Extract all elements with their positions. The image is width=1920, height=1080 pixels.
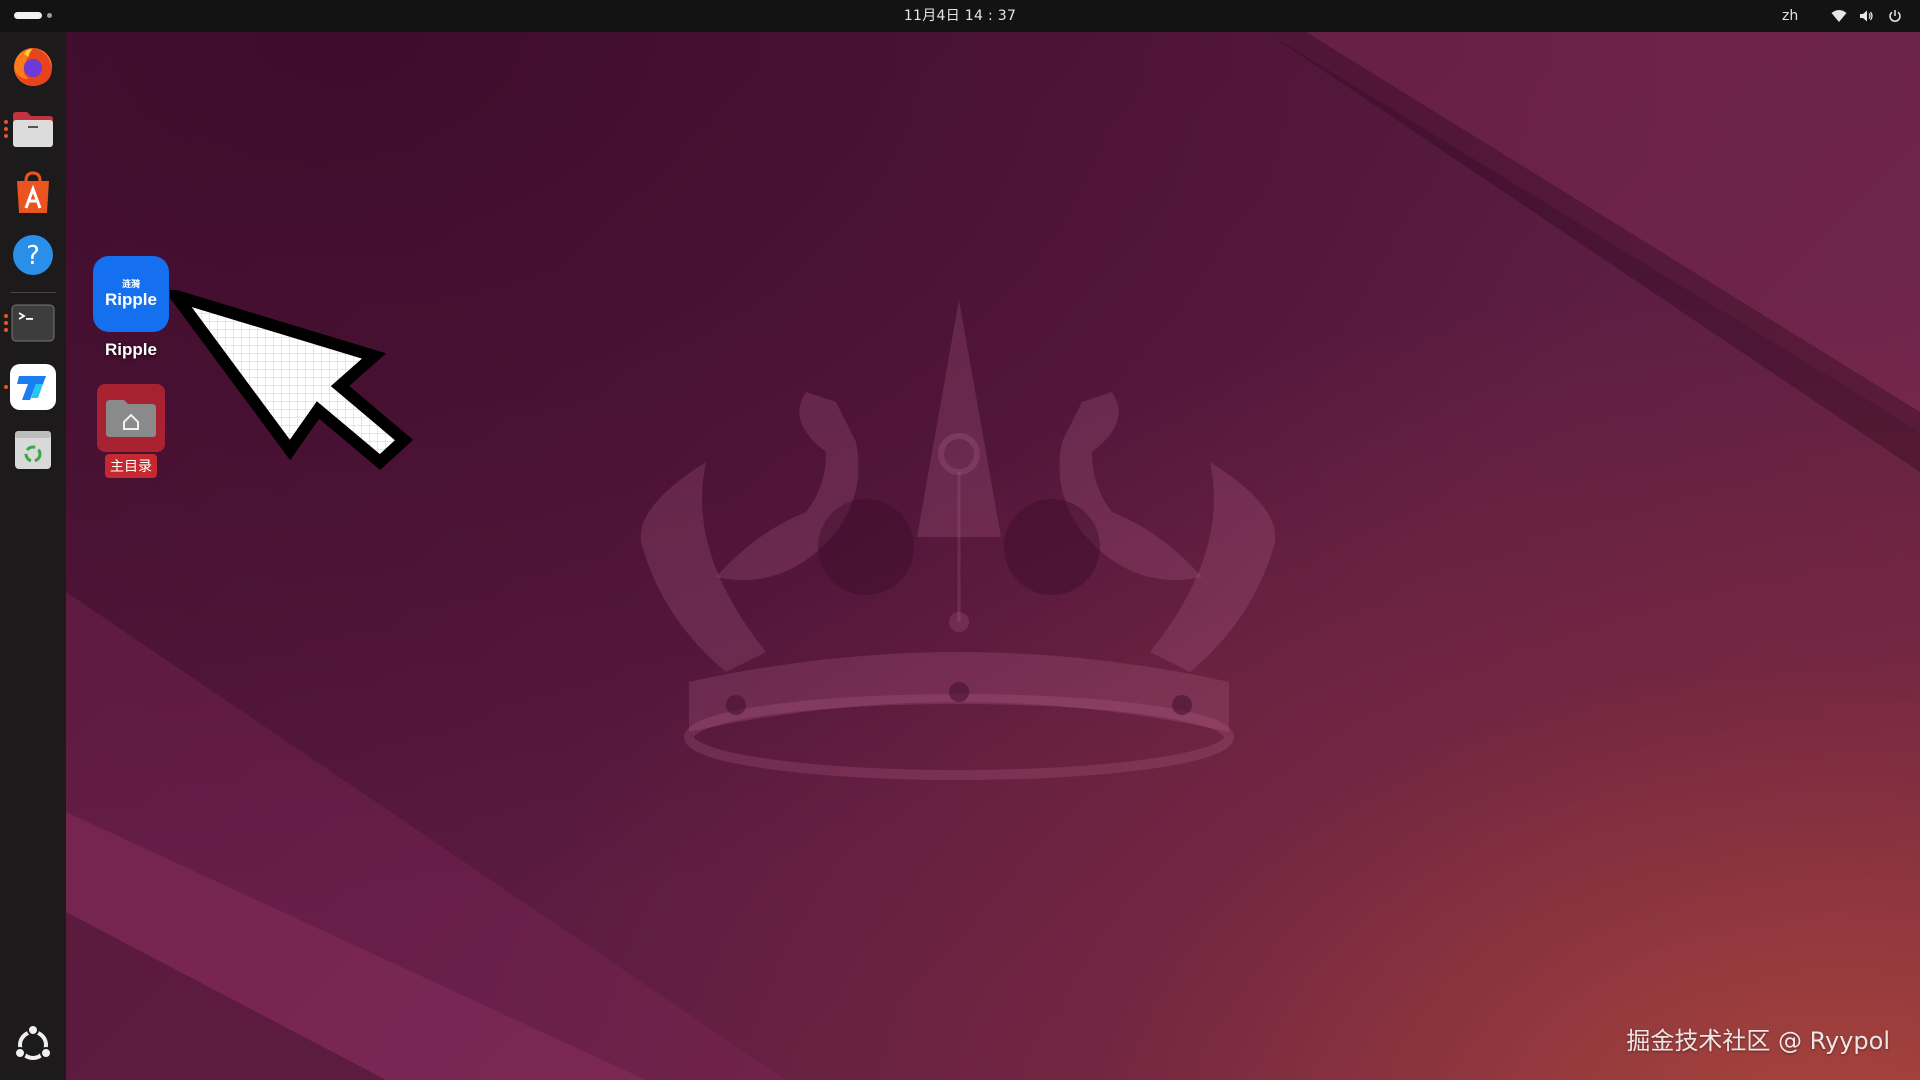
workspace-indicator xyxy=(47,13,52,18)
mouse-pointer-icon xyxy=(170,290,414,470)
ripple-tile-small-text: 涟漪 xyxy=(121,279,140,290)
dock-trash[interactable] xyxy=(10,426,56,472)
terminal-icon xyxy=(11,304,55,342)
dock-app-center[interactable] xyxy=(10,170,56,216)
dock-help[interactable]: ? xyxy=(10,232,56,278)
date-time-clock[interactable]: 11月4日 14 : 37 xyxy=(880,0,1040,32)
dock-todesk[interactable] xyxy=(4,364,56,410)
desktop-icon-ripple[interactable]: 涟漪 Ripple Ripple xyxy=(81,256,181,360)
activities-button[interactable] xyxy=(14,12,52,19)
wallpaper-image xyxy=(66,32,1920,1080)
app-center-icon xyxy=(17,171,49,213)
watermark-text: 掘金技术社区 @ Ryypol xyxy=(1626,1027,1890,1055)
wifi-icon[interactable] xyxy=(1828,6,1850,26)
dock-firefox[interactable] xyxy=(10,44,56,90)
power-icon[interactable] xyxy=(1884,6,1906,26)
top-bar: 11月4日 14 : 37 zh xyxy=(0,0,1920,32)
running-indicator xyxy=(4,120,8,138)
desktop-icon-home[interactable]: 主目录 xyxy=(81,384,181,478)
desktop[interactable]: 涟漪 Ripple Ripple 主目录 掘金技术社区 @ Ryypol xyxy=(66,32,1920,1080)
workspace-indicator-active xyxy=(14,12,42,19)
running-indicator xyxy=(4,314,8,332)
volume-icon[interactable] xyxy=(1856,6,1878,26)
dock-terminal[interactable] xyxy=(4,300,56,346)
files-icon xyxy=(13,112,53,147)
help-icon: ? xyxy=(13,235,53,275)
ripple-tile-big-text: Ripple xyxy=(105,289,157,309)
dock-files[interactable] xyxy=(4,106,56,152)
desktop-icon-label: 主目录 xyxy=(105,454,157,478)
home-folder-icon xyxy=(97,384,165,452)
dock-separator xyxy=(10,292,56,293)
todesk-icon xyxy=(10,364,56,410)
firefox-icon xyxy=(14,48,52,86)
running-indicator xyxy=(4,385,8,389)
input-language-indicator[interactable]: zh xyxy=(1782,0,1798,32)
show-apps-icon xyxy=(14,1025,52,1060)
system-tray[interactable] xyxy=(1828,6,1906,26)
ripple-app-icon: 涟漪 Ripple xyxy=(93,256,169,332)
svg-text:?: ? xyxy=(26,241,40,271)
desktop-icon-label: Ripple xyxy=(105,340,157,359)
trash-icon xyxy=(15,431,51,469)
dock: ? xyxy=(0,32,66,1080)
show-apps-button[interactable] xyxy=(10,1022,56,1068)
